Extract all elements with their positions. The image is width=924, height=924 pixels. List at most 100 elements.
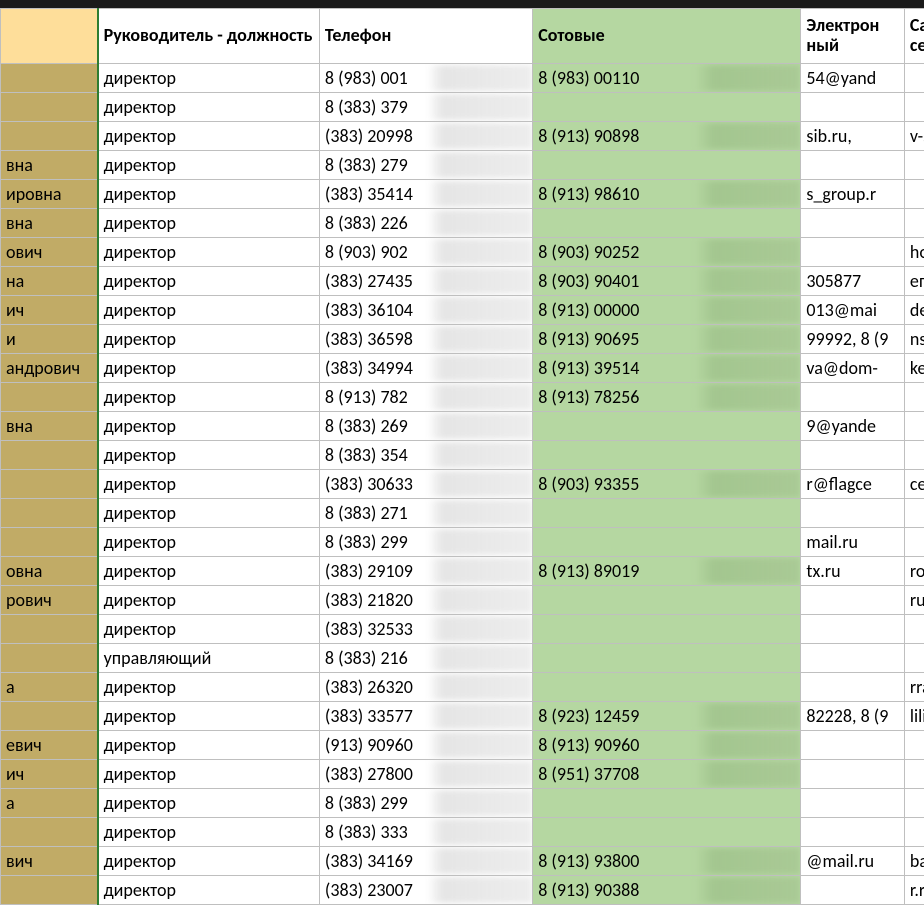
cell-email[interactable] [801, 760, 904, 789]
cell-name-fragment[interactable] [1, 615, 98, 644]
cell-site[interactable]: nsk.ru [904, 325, 924, 354]
cell-mobile[interactable] [533, 209, 801, 238]
cell-phone[interactable]: 8 (913) 782 [319, 383, 532, 412]
cell-name-fragment[interactable] [1, 64, 98, 93]
cell-email[interactable] [801, 789, 904, 818]
cell-site[interactable] [904, 441, 924, 470]
cell-site[interactable] [904, 383, 924, 412]
cell-email[interactable] [801, 818, 904, 847]
cell-mobile[interactable]: 8 (913) 93800 [533, 847, 801, 876]
cell-site[interactable]: епло.р [904, 267, 924, 296]
table-row[interactable]: директор8 (983) 0018 (983) 0011054@yand [1, 64, 924, 93]
table-row[interactable]: ичдиректор(383) 361048 (913) 00000013@ma… [1, 296, 924, 325]
cell-position[interactable]: директор [98, 847, 320, 876]
cell-position[interactable]: директор [98, 209, 320, 238]
cell-position[interactable]: директор [98, 760, 320, 789]
cell-name-fragment[interactable] [1, 93, 98, 122]
cell-site[interactable]: hop.ru [904, 238, 924, 267]
cell-phone[interactable]: (383) 21820 [319, 586, 532, 615]
header-site[interactable]: Сайт в сети [904, 9, 924, 64]
table-row[interactable]: идиректор(383) 365988 (913) 9069599992, … [1, 325, 924, 354]
cell-position[interactable]: директор [98, 180, 320, 209]
table-row[interactable]: директор8 (383) 354 [1, 441, 924, 470]
cell-phone[interactable]: (383) 36598 [319, 325, 532, 354]
cell-phone[interactable]: 8 (383) 354 [319, 441, 532, 470]
cell-mobile[interactable] [533, 586, 801, 615]
cell-mobile[interactable]: 8 (913) 90898 [533, 122, 801, 151]
cell-mobile[interactable] [533, 441, 801, 470]
table-row[interactable]: директор(383) 335778 (923) 1245982228, 8… [1, 702, 924, 731]
cell-name-fragment[interactable]: вна [1, 151, 98, 180]
cell-phone[interactable]: (383) 34169 [319, 847, 532, 876]
cell-phone[interactable]: (383) 32533 [319, 615, 532, 644]
cell-position[interactable]: управляющий [98, 644, 320, 673]
cell-phone[interactable]: (383) 27435 [319, 267, 532, 296]
cell-site[interactable] [904, 499, 924, 528]
cell-email[interactable]: tx.ru [801, 557, 904, 586]
cell-name-fragment[interactable]: евич [1, 731, 98, 760]
cell-email[interactable] [801, 93, 904, 122]
header-email[interactable]: Электрон ный [801, 9, 904, 64]
cell-name-fragment[interactable] [1, 702, 98, 731]
cell-mobile[interactable] [533, 789, 801, 818]
cell-phone[interactable]: 8 (383) 333 [319, 818, 532, 847]
cell-email[interactable]: mail.ru [801, 528, 904, 557]
cell-site[interactable] [904, 209, 924, 238]
cell-email[interactable] [801, 586, 904, 615]
cell-position[interactable]: директор [98, 238, 320, 267]
cell-site[interactable]: r.ru [904, 876, 924, 905]
cell-phone[interactable]: 8 (383) 279 [319, 151, 532, 180]
cell-name-fragment[interactable] [1, 876, 98, 905]
cell-site[interactable]: bag54.r [904, 847, 924, 876]
cell-email[interactable] [801, 209, 904, 238]
cell-name-fragment[interactable]: рович [1, 586, 98, 615]
cell-phone[interactable]: (383) 36104 [319, 296, 532, 325]
cell-position[interactable]: директор [98, 876, 320, 905]
cell-name-fragment[interactable] [1, 818, 98, 847]
cell-mobile[interactable]: 8 (913) 78256 [533, 383, 801, 412]
cell-phone[interactable]: 8 (383) 271 [319, 499, 532, 528]
table-row[interactable]: внадиректор8 (383) 226 [1, 209, 924, 238]
cell-phone[interactable]: 8 (383) 226 [319, 209, 532, 238]
cell-position[interactable]: директор [98, 586, 320, 615]
cell-position[interactable]: директор [98, 296, 320, 325]
cell-position[interactable]: директор [98, 557, 320, 586]
header-position[interactable]: Руководитель - должность [98, 9, 320, 64]
cell-site[interactable]: center. [904, 470, 924, 499]
cell-position[interactable]: директор [98, 122, 320, 151]
cell-name-fragment[interactable]: ович [1, 238, 98, 267]
cell-position[interactable]: директор [98, 470, 320, 499]
table-row[interactable]: надиректор(383) 274358 (903) 90401305877… [1, 267, 924, 296]
table-row[interactable]: ровичдиректор(383) 21820ru [1, 586, 924, 615]
cell-phone[interactable]: 8 (383) 269 [319, 412, 532, 441]
cell-site[interactable] [904, 180, 924, 209]
cell-position[interactable]: директор [98, 441, 320, 470]
cell-phone[interactable]: 8 (903) 902 [319, 238, 532, 267]
cell-mobile[interactable]: 8 (913) 00000 [533, 296, 801, 325]
cell-name-fragment[interactable]: вна [1, 209, 98, 238]
cell-email[interactable] [801, 238, 904, 267]
cell-mobile[interactable]: 8 (913) 39514 [533, 354, 801, 383]
table-row[interactable]: овнадиректор(383) 291098 (913) 89019tx.r… [1, 557, 924, 586]
cell-email[interactable] [801, 731, 904, 760]
cell-site[interactable] [904, 615, 924, 644]
cell-email[interactable] [801, 499, 904, 528]
cell-email[interactable]: 82228, 8 (9 [801, 702, 904, 731]
table-row[interactable]: внадиректор8 (383) 279 [1, 151, 924, 180]
header-phone[interactable]: Телефон [319, 9, 532, 64]
header-name-fragment[interactable] [1, 9, 98, 64]
table-row[interactable]: евичдиректор(913) 909608 (913) 90960 [1, 731, 924, 760]
cell-phone[interactable]: 8 (383) 299 [319, 528, 532, 557]
cell-name-fragment[interactable]: на [1, 267, 98, 296]
table-row[interactable]: ичдиректор(383) 278008 (951) 37708 [1, 760, 924, 789]
cell-email[interactable]: @mail.ru [801, 847, 904, 876]
cell-mobile[interactable]: 8 (913) 98610 [533, 180, 801, 209]
cell-name-fragment[interactable] [1, 122, 98, 151]
table-row[interactable]: директор8 (383) 271 [1, 499, 924, 528]
cell-email[interactable]: va@dom- [801, 354, 904, 383]
table-row[interactable]: директор8 (913) 7828 (913) 78256 [1, 383, 924, 412]
cell-mobile[interactable]: 8 (913) 89019 [533, 557, 801, 586]
cell-position[interactable]: директор [98, 499, 320, 528]
cell-site[interactable]: kedra.r [904, 354, 924, 383]
table-row[interactable]: адиректор8 (383) 299 [1, 789, 924, 818]
